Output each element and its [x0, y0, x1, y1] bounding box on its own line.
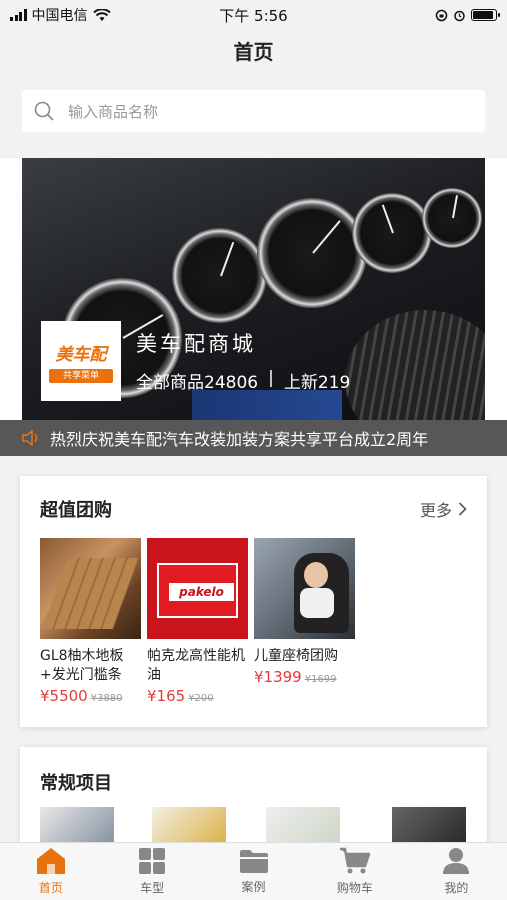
page-title: 首页	[233, 40, 274, 64]
deal-item[interactable]: GL8柚木地板+发光门槛条 ¥5500 ¥3880	[40, 538, 141, 705]
search-placeholder: 输入商品名称	[68, 102, 159, 121]
tab-label: 我的	[444, 881, 469, 895]
hose-decor	[345, 310, 485, 420]
grid-icon	[139, 848, 166, 874]
group-buy-title: 超值团购	[40, 500, 112, 521]
tab-home[interactable]: 首页	[0, 843, 101, 900]
store-stats: 全部商品24806 | 上新219	[136, 368, 350, 393]
logo-subtext: 共享菜单	[49, 368, 113, 383]
store-banner[interactable]: 美车配 共享菜单 美车配商城 全部商品24806 | 上新219	[22, 158, 485, 420]
deal-item[interactable]: 儿童座椅团购 ¥1399 ¥1699	[254, 538, 355, 705]
main-content: 美车配 共享菜单 美车配商城 全部商品24806 | 上新219 热烈庆祝美车配…	[0, 158, 507, 456]
tab-mine[interactable]: 我的	[406, 843, 507, 900]
chevron-right-icon	[458, 502, 467, 516]
status-bar: 中国电信 下午 5:56	[0, 0, 507, 30]
deal-name: GL8柚木地板+发光门槛条	[40, 648, 124, 683]
folder-icon	[239, 850, 268, 873]
store-logo: 美车配 共享菜单	[41, 321, 121, 401]
notice-text: 热烈庆祝美车配汽车改装加装方案共享平台成立2周年	[50, 430, 429, 449]
price-original: ¥1699	[304, 674, 337, 685]
deal-price: ¥1399 ¥1699	[254, 668, 355, 686]
price-current: ¥1399	[254, 668, 302, 686]
cart-icon	[339, 847, 371, 874]
price-current: ¥165	[147, 687, 186, 705]
stats-separator: |	[268, 368, 274, 388]
tab-cases[interactable]: 案例	[203, 843, 304, 900]
new-items-count: 上新219	[283, 373, 351, 393]
more-link[interactable]: 更多	[420, 497, 467, 521]
notice-bar[interactable]: 热烈庆祝美车配汽车改装加装方案共享平台成立2周年	[0, 420, 507, 456]
all-goods-count: 全部商品24806	[136, 373, 259, 393]
deal-name: 帕克龙高性能机油	[147, 648, 245, 683]
price-current: ¥5500	[40, 687, 88, 705]
tab-cart[interactable]: 购物车	[304, 843, 405, 900]
regular-projects-card: 常规项目	[20, 747, 487, 857]
tab-label: 购物车	[336, 881, 373, 895]
deal-image-seat	[254, 538, 355, 639]
carpet-decor	[192, 390, 342, 420]
search-icon	[34, 101, 54, 121]
gauge-decor	[422, 188, 482, 248]
more-label: 更多	[419, 501, 452, 520]
user-icon	[443, 848, 470, 874]
deal-list: GL8柚木地板+发光门槛条 ¥5500 ¥3880 pakelo 帕克龙高性能机…	[20, 538, 487, 727]
oil-brand: pakelo	[169, 583, 234, 601]
tab-label: 首页	[38, 881, 63, 895]
deal-image-oil: pakelo	[147, 538, 248, 639]
search-input[interactable]: 输入商品名称	[22, 90, 485, 132]
tab-models[interactable]: 车型	[101, 843, 202, 900]
deal-name: 儿童座椅团购	[254, 648, 338, 664]
regular-title: 常规项目	[40, 773, 112, 794]
store-name: 美车配商城	[136, 332, 256, 356]
tab-label: 案例	[241, 880, 266, 894]
gauge-decor	[172, 228, 267, 323]
gauge-decor	[257, 198, 367, 308]
deal-item[interactable]: pakelo 帕克龙高性能机油 ¥165 ¥200	[147, 538, 248, 705]
price-original: ¥3880	[90, 693, 123, 704]
home-icon	[36, 848, 65, 874]
speaker-icon	[22, 430, 38, 446]
search-bar: 输入商品名称	[0, 74, 507, 144]
battery-fill	[473, 11, 493, 19]
logo-text: 美车配	[55, 344, 107, 365]
deal-image-floor	[40, 538, 141, 639]
price-original: ¥200	[188, 693, 214, 704]
tab-label: 车型	[140, 881, 165, 895]
gauge-decor	[352, 193, 432, 273]
status-time: 下午 5:56	[219, 7, 288, 25]
battery-icon	[471, 9, 500, 21]
group-buy-card: 超值团购 更多 GL8柚木地板+发光门槛条 ¥5500 ¥3880 pakelo…	[20, 476, 487, 727]
deal-price: ¥5500 ¥3880	[40, 687, 141, 705]
tab-bar: 首页 车型 案例 购物车 我的	[0, 842, 507, 900]
group-buy-header: 超值团购 更多	[20, 476, 487, 538]
deal-price: ¥165 ¥200	[147, 687, 248, 705]
